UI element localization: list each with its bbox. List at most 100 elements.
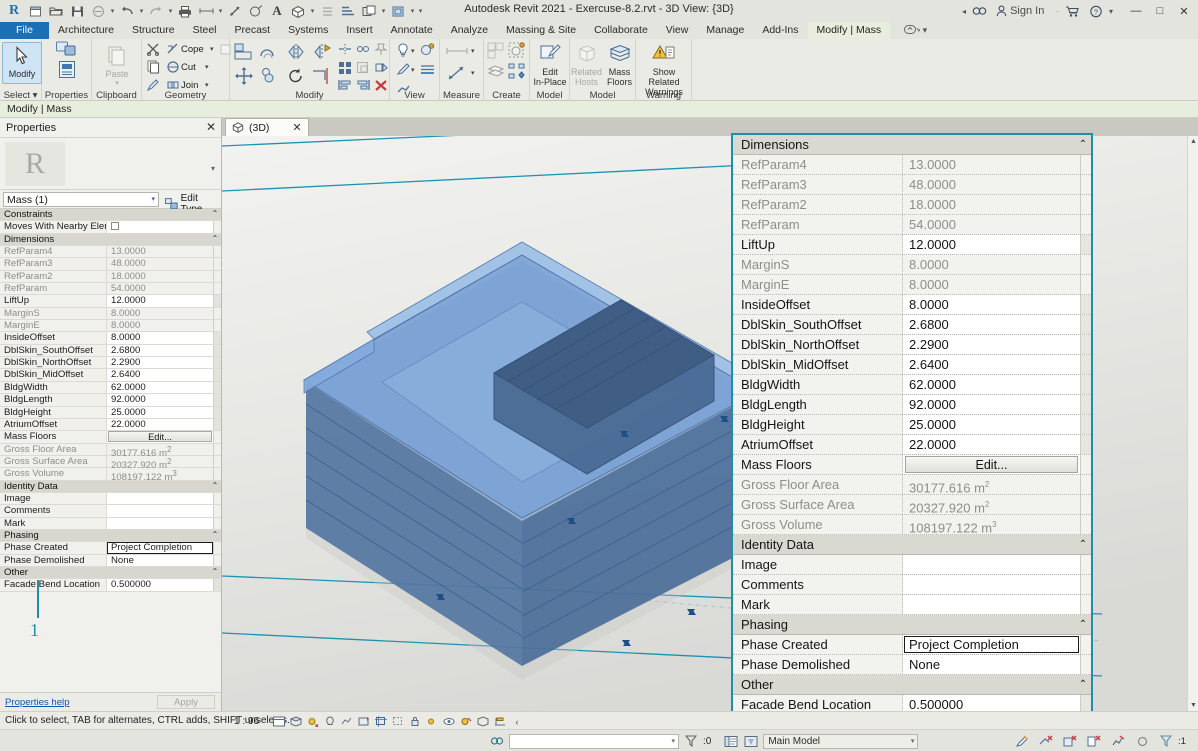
- cope-icon[interactable]: [164, 40, 182, 58]
- no-sync-icon[interactable]: [1038, 734, 1054, 749]
- dimension-chevron-down-icon[interactable]: ▾: [471, 69, 475, 77]
- ribbon-tab-modify-mass[interactable]: Modify | Mass: [808, 22, 891, 39]
- property-row[interactable]: RefParam54.0000: [733, 215, 1091, 235]
- join-chevron-down-icon[interactable]: ▾: [205, 81, 209, 89]
- property-group-header[interactable]: Constraints⌃: [0, 209, 221, 221]
- property-value[interactable]: [107, 505, 213, 516]
- property-row[interactable]: InsideOffset8.0000: [733, 295, 1091, 315]
- property-row[interactable]: LiftUp12.0000: [733, 235, 1091, 255]
- show-render-dialog-icon[interactable]: [357, 715, 371, 728]
- collapse-chevron-icon[interactable]: ⌃: [1075, 615, 1091, 634]
- hide-analytical-model-icon[interactable]: [476, 715, 490, 728]
- hide-chevron-down-icon[interactable]: ▾: [411, 47, 415, 55]
- property-row[interactable]: BldgHeight25.0000: [0, 407, 221, 419]
- property-group-header[interactable]: Dimensions⌃: [733, 135, 1091, 155]
- close-button[interactable]: ✕: [1172, 1, 1196, 21]
- create-similar-icon[interactable]: [486, 41, 506, 61]
- minimize-button[interactable]: —: [1124, 1, 1148, 21]
- property-group-header[interactable]: Other⌃: [0, 567, 221, 579]
- property-row[interactable]: BldgHeight25.0000: [733, 415, 1091, 435]
- offset-icon[interactable]: [258, 41, 282, 63]
- property-value[interactable]: 12.0000: [903, 235, 1080, 254]
- ribbon-tab-file[interactable]: File: [0, 22, 49, 39]
- collapse-chevron-icon[interactable]: ⌃: [209, 567, 221, 578]
- create-group-icon[interactable]: [507, 41, 527, 61]
- temporary-hide-isolate-icon[interactable]: [425, 715, 439, 728]
- show-hidden-lines-icon[interactable]: [418, 60, 436, 78]
- property-value[interactable]: [903, 555, 1080, 574]
- property-value[interactable]: [903, 595, 1080, 614]
- press-and-drag-icon[interactable]: [489, 734, 505, 749]
- property-row[interactable]: MarginS8.0000: [733, 255, 1091, 275]
- property-row[interactable]: Phase CreatedProject Completion: [0, 542, 221, 554]
- property-row[interactable]: Gross Volume108197.122 m3: [0, 468, 221, 480]
- scroll-down-icon[interactable]: ▼: [1188, 700, 1198, 711]
- measure-between-references-icon[interactable]: [445, 42, 469, 60]
- cut-geometry-icon[interactable]: [144, 40, 162, 58]
- property-row[interactable]: MarginE8.0000: [733, 275, 1091, 295]
- property-row[interactable]: RefParam348.0000: [733, 175, 1091, 195]
- property-value[interactable]: 62.0000: [903, 375, 1080, 394]
- ribbon-tab-manage[interactable]: Manage: [697, 22, 753, 39]
- property-row[interactable]: Mark: [733, 595, 1091, 615]
- view-tab-3d[interactable]: (3D) ✕: [225, 118, 309, 136]
- property-row[interactable]: BldgWidth62.0000: [0, 382, 221, 394]
- reveal-hidden-elements-icon[interactable]: [442, 715, 456, 728]
- property-row[interactable]: Comments: [0, 505, 221, 517]
- ribbon-tab-view[interactable]: View: [657, 22, 698, 39]
- ribbon-tab-analyze[interactable]: Analyze: [442, 22, 497, 39]
- copy-move-icon[interactable]: [258, 65, 282, 87]
- design-option-selector[interactable]: Main Model ▾: [763, 734, 918, 749]
- chevron-down-icon[interactable]: ▾: [151, 195, 155, 203]
- property-row[interactable]: RefParam54.0000: [0, 283, 221, 295]
- property-row[interactable]: Facade Bend Location0.500000: [0, 579, 221, 591]
- cope-chevron-down-icon[interactable]: ▾: [210, 45, 214, 53]
- property-value[interactable]: Edit...: [903, 455, 1080, 474]
- property-row[interactable]: Phase DemolishedNone: [0, 555, 221, 567]
- cope-label[interactable]: Cope: [181, 44, 204, 55]
- property-value[interactable]: 25.0000: [903, 415, 1080, 434]
- property-row[interactable]: RefParam413.0000: [733, 155, 1091, 175]
- property-row[interactable]: Gross Surface Area20327.920 m2: [733, 495, 1091, 515]
- type-selector[interactable]: Mass (1) ▾: [3, 192, 159, 207]
- edit-button[interactable]: Edit...: [108, 431, 212, 442]
- property-value[interactable]: 62.0000: [107, 382, 213, 393]
- property-row[interactable]: MarginE8.0000: [0, 320, 221, 332]
- property-value[interactable]: Project Completion: [903, 635, 1080, 654]
- property-value[interactable]: [903, 575, 1080, 594]
- property-row[interactable]: DblSkin_MidOffset2.6400: [733, 355, 1091, 375]
- property-value[interactable]: 8.0000: [107, 332, 213, 343]
- align-icon[interactable]: [232, 41, 256, 63]
- property-row[interactable]: RefParam218.0000: [733, 195, 1091, 215]
- view-scale[interactable]: 1 : 96: [234, 716, 259, 727]
- autodesk-app-store-icon[interactable]: [1062, 5, 1083, 18]
- property-group-header[interactable]: Identity Data⌃: [733, 535, 1091, 555]
- ribbon-tab-collaborate[interactable]: Collaborate: [585, 22, 657, 39]
- ribbon-tab-add-ins[interactable]: Add-Ins: [753, 22, 807, 39]
- property-value[interactable]: 8.0000: [903, 295, 1080, 314]
- rendering-dialog-icon[interactable]: [340, 715, 354, 728]
- collapse-chevron-icon[interactable]: ⌃: [1075, 675, 1091, 694]
- property-row[interactable]: Image: [0, 493, 221, 505]
- modify-tool-button[interactable]: Modify: [2, 42, 42, 84]
- property-row[interactable]: RefParam218.0000: [0, 271, 221, 283]
- ribbon-tab-steel[interactable]: Steel: [184, 22, 226, 39]
- property-row[interactable]: Mass FloorsEdit...: [0, 431, 221, 443]
- type-properties-ribbon-button[interactable]: [47, 60, 87, 80]
- edit-button[interactable]: Edit...: [905, 456, 1078, 473]
- hide-element-icon[interactable]: [394, 41, 412, 59]
- linework-chevron-down-icon[interactable]: ▾: [411, 66, 415, 74]
- expand-view-controls-icon[interactable]: ‹: [510, 715, 524, 728]
- search-expand-icon[interactable]: ◂: [962, 7, 966, 16]
- temporary-view-properties-icon[interactable]: [459, 715, 473, 728]
- paste-chevron-down-icon[interactable]: ▾: [97, 79, 137, 87]
- linework-icon[interactable]: [394, 60, 412, 78]
- property-value[interactable]: None: [107, 555, 213, 566]
- clear-overrides-icon[interactable]: [1086, 734, 1102, 749]
- property-row[interactable]: BldgLength92.0000: [733, 395, 1091, 415]
- property-value[interactable]: Edit...: [107, 431, 213, 442]
- property-value[interactable]: 22.0000: [107, 419, 213, 430]
- property-value[interactable]: 25.0000: [107, 407, 213, 418]
- checkbox[interactable]: [111, 222, 119, 230]
- exclude-options-icon[interactable]: [1062, 734, 1078, 749]
